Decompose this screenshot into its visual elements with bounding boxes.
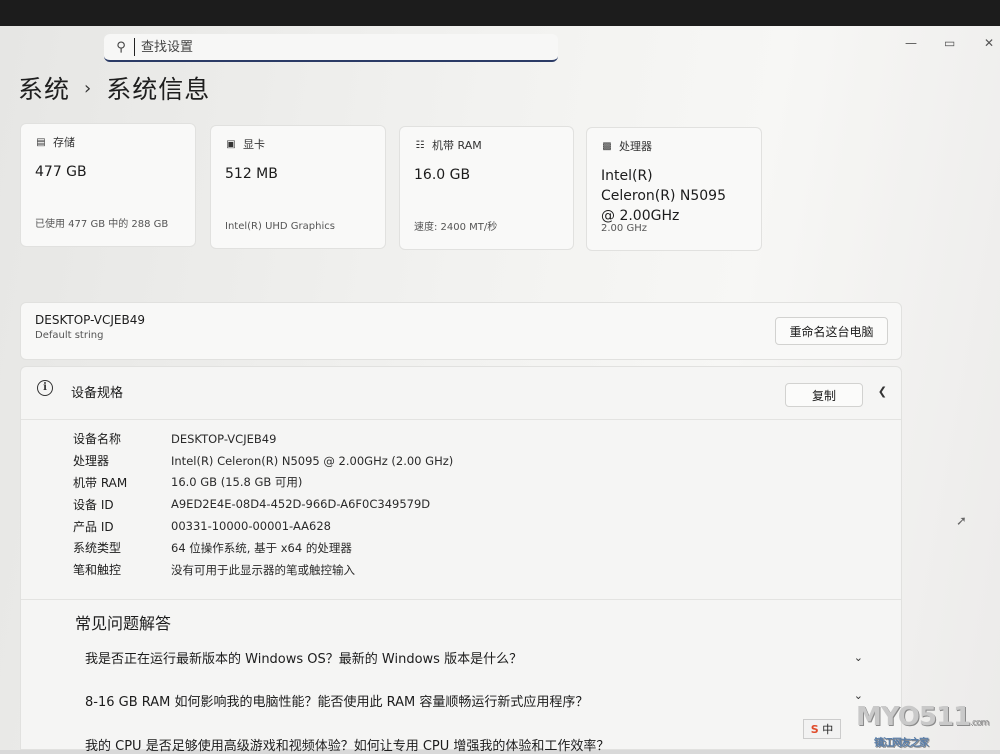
ram-value: 16.0 GB [414,167,471,183]
device-specs-section: i 设备规格 复制 ❮ 设备名称 DESKTOP-VCJEB49 处理器 Intel… [20,366,902,754]
storage-sub: 已使用 477 GB 中的 288 GB [35,219,169,230]
settings-window: ⚲ — ▭ ✕ 系统 › 系统信息 ▤ 存储 477 GB 已使用 477 GB … [0,26,1000,754]
spec-key: 机带 RAM [73,475,128,490]
processor-sub: 2.00 GHz [601,223,647,234]
pc-sub: Default string [35,330,104,341]
chevron-down-icon[interactable]: ⌄ [854,651,863,664]
chevron-up-icon[interactable]: ❮ [878,385,887,398]
processor-value: Intel(R) Celeron(R) N5095 @ 2.00GHz [601,168,726,224]
spec-value: A9ED2E4E-08D4-452D-966D-A6F0C349579D [171,497,431,512]
spec-value: 没有可用于此显示器的笔或触控输入 [171,562,355,577]
ram-card[interactable]: ☷ 机带 RAM 16.0 GB 速度: 2400 MT/秒 [399,126,574,250]
processor-label: 处理器 [619,140,652,153]
watermark-suffix: .com [970,718,989,728]
storage-card[interactable]: ▤ 存储 477 GB 已使用 477 GB 中的 288 GB [20,123,196,247]
spec-row: 设备名称 DESKTOP-VCJEB49 [73,428,453,450]
search-icon: ⚲ [116,39,126,55]
spec-key: 处理器 [73,454,110,469]
spec-value: 64 位操作系统, 基于 x64 的处理器 [171,540,352,555]
graphics-sub: Intel(R) UHD Graphics [225,221,335,232]
processor-card[interactable]: ▩ 处理器 Intel(R) Celeron(R) N5095 @ 2.00GHz… [586,127,762,251]
spec-key: 产品 ID [73,519,114,534]
graphics-value: 512 MB [225,166,278,182]
graphics-label: 显卡 [243,138,265,151]
spec-value: Intel(R) Celeron(R) N5095 @ 2.00GHz (2.0… [171,453,454,468]
storage-label: 存储 [53,136,75,149]
graphics-card[interactable]: ▣ 显卡 512 MB Intel(R) UHD Graphics [210,125,386,249]
storage-value: 477 GB [35,164,87,180]
pc-name-bar: DESKTOP-VCJEB49 Default string 重命名这台电脑 [20,302,902,360]
spec-key: 笔和触控 [73,563,122,578]
chevron-down-icon[interactable]: ⌄ [854,689,863,702]
breadcrumb-parent[interactable]: 系统 [18,70,70,106]
spec-row: 机带 RAM 16.0 GB (15.8 GB 可用) [73,472,453,494]
spec-row: 笔和触控 没有可用于此显示器的笔或触控输入 [73,559,453,581]
device-specs-title: 设备规格 [71,386,124,401]
watermark-logo: MYO511.com 镇江网友之家 [856,702,989,749]
copy-button[interactable]: 复制 [785,383,863,407]
faq-item[interactable]: 8-16 GB RAM 如何影响我的电脑性能？能否使用此 RAM 容量顺畅运行新… [85,691,845,710]
search-box[interactable]: ⚲ [104,34,558,62]
spec-row: 产品 ID 00331-10000-00001-AA628 [73,515,453,537]
faq-item[interactable]: 我是否正在运行最新版本的 Windows OS？最新的 Windows 版本是什… [85,648,845,667]
graphics-card-icon: ▣ [226,138,236,150]
spec-key: 设备名称 [73,432,122,447]
spec-key: 系统类型 [73,541,122,556]
watermark-sub: 镇江网友之家 [874,738,929,749]
spec-value: DESKTOP-VCJEB49 [171,431,277,446]
rename-pc-button[interactable]: 重命名这台电脑 [775,317,888,345]
ime-mode: 中 [822,723,834,736]
minimize-icon[interactable]: — [905,36,917,50]
spec-value: 00331-10000-00001-AA628 [171,519,331,534]
faq-title: 常见问题解答 [75,614,172,633]
spec-row: 处理器 Intel(R) Celeron(R) N5095 @ 2.00GHz (… [73,450,453,472]
ime-icon: S [810,722,819,736]
ram-icon: ☷ [415,139,425,151]
faq-item[interactable]: 我的 CPU 是否足够使用高级游戏和视频体验？如何让专用 CPU 增强我的体验和… [85,735,845,754]
watermark-text: MYO511 [856,702,971,732]
ime-tray[interactable]: S 中 [803,719,841,739]
processor-icon: ▩ [602,140,612,152]
ram-sub: 速度: 2400 MT/秒 [414,222,498,233]
spec-key: 设备 ID [73,497,114,512]
breadcrumb: 系统 › 系统信息 [18,70,210,106]
ram-label: 机带 RAM [432,139,482,152]
maximize-icon[interactable]: ▭ [944,36,955,50]
info-icon: i [37,380,53,396]
device-specs-header[interactable]: i 设备规格 复制 ❮ [21,367,901,420]
mouse-cursor-icon: ➚ [956,514,967,529]
storage-icon: ▤ [36,136,46,148]
screen-bezel [0,0,1000,28]
close-icon[interactable]: ✕ [984,36,994,50]
spec-row: 系统类型 64 位操作系统, 基于 x64 的处理器 [73,537,453,559]
spec-rows: 设备名称 DESKTOP-VCJEB49 处理器 Intel(R) Celeron(… [73,428,453,581]
search-input[interactable] [134,38,523,56]
chevron-right-icon: › [84,77,93,99]
page-title: 系统信息 [106,75,211,104]
faq-section: 常见问题解答 我是否正在运行最新版本的 Windows OS？最新的 Windo… [21,599,901,754]
spec-row: 设备 ID A9ED2E4E-08D4-452D-966D-A6F0C349579… [73,493,453,515]
spec-value: 16.0 GB (15.8 GB 可用) [171,475,303,490]
pc-name: DESKTOP-VCJEB49 [35,313,145,327]
